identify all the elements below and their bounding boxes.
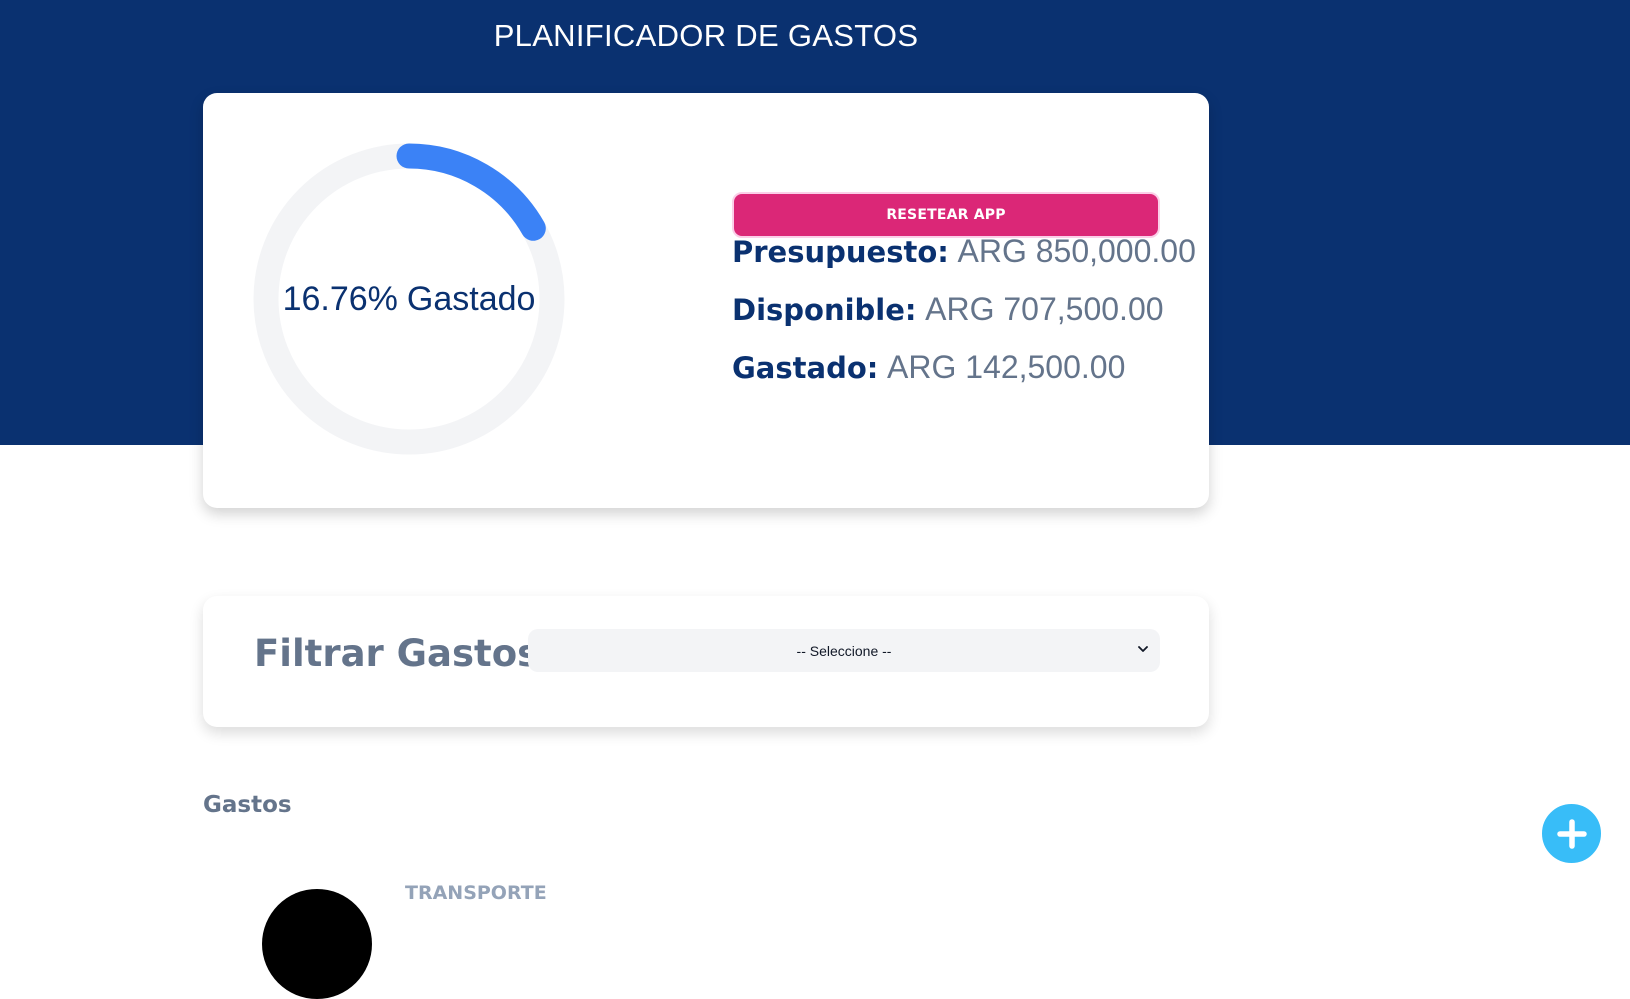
budget-stat: Presupuesto: ARG 850,000.00	[732, 233, 1196, 270]
plus-icon	[1556, 818, 1587, 849]
filter-card: Filtrar Gastos -- Seleccione --	[203, 596, 1209, 727]
progress-label: 16.76% Gastado	[250, 140, 568, 458]
spent-stat-label: Gastado:	[732, 351, 879, 385]
progress-percentage: 16.76%	[282, 279, 398, 318]
progress-suffix: Gastado	[406, 279, 536, 318]
chevron-down-icon	[1138, 646, 1148, 652]
category-filter-select[interactable]: -- Seleccione --	[528, 629, 1160, 672]
budget-card: 16.76% Gastado RESETEAR APP Presupuesto:…	[203, 93, 1209, 508]
app-title: PLANIFICADOR DE GASTOS	[493, 18, 919, 53]
add-expense-button[interactable]	[1540, 802, 1603, 865]
budget-stat-label: Presupuesto:	[732, 235, 949, 269]
expenses-heading: Gastos	[203, 792, 292, 818]
reset-app-button[interactable]: RESETEAR APP	[732, 192, 1160, 238]
filter-selected-option: -- Seleccione --	[796, 642, 892, 659]
available-stat-label: Disponible:	[732, 293, 917, 327]
expense-category: TRANSPORTE	[405, 882, 547, 904]
filter-label: Filtrar Gastos	[254, 632, 540, 675]
spent-stat-value: ARG 142,500.00	[886, 349, 1126, 385]
available-stat: Disponible: ARG 707,500.00	[732, 291, 1164, 328]
available-stat-value: ARG 707,500.00	[925, 291, 1164, 327]
spent-stat: Gastado: ARG 142,500.00	[732, 349, 1125, 386]
transport-icon	[262, 889, 372, 999]
budget-stat-value: ARG 850,000.00	[957, 233, 1196, 269]
budget-progress-ring: 16.76% Gastado	[250, 140, 568, 458]
